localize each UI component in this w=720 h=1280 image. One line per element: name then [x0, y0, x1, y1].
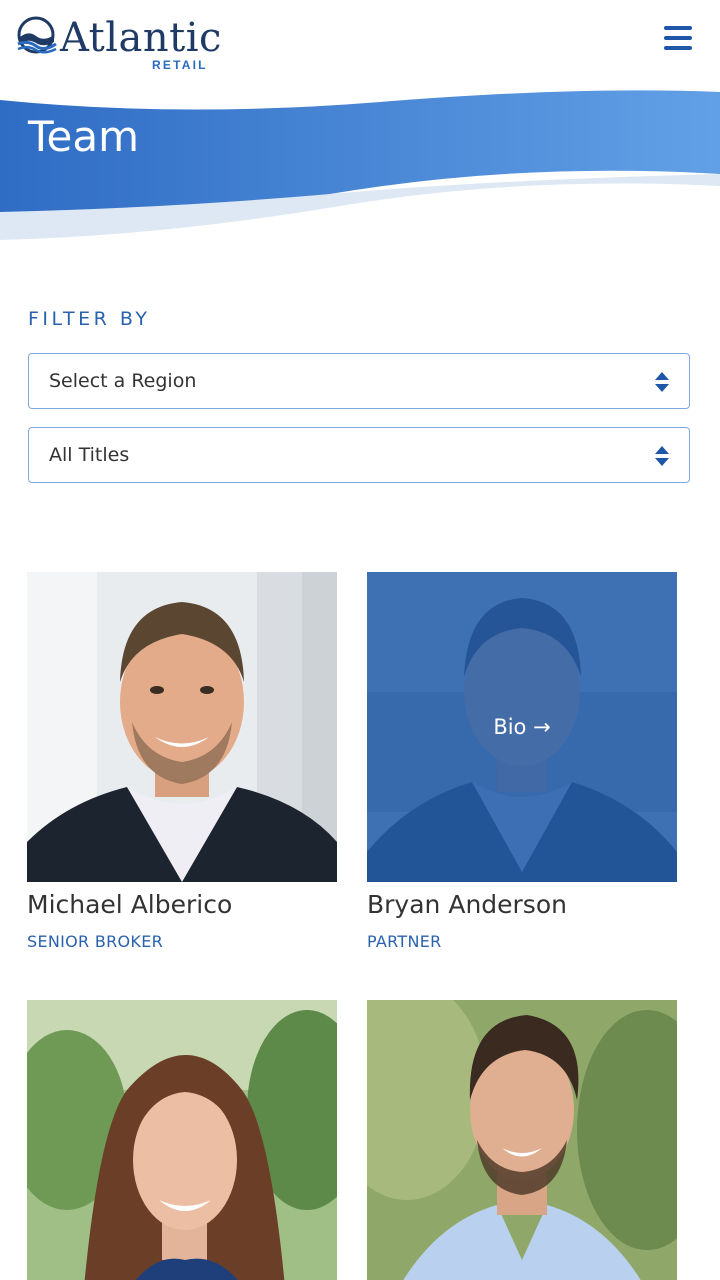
- team-member-photo[interactable]: [367, 1000, 677, 1280]
- team-member-photo[interactable]: Bio →: [367, 572, 677, 882]
- sort-arrows-icon: [655, 446, 669, 466]
- team-member-title: PARTNER: [367, 932, 442, 951]
- team-member-name[interactable]: Bryan Anderson: [367, 890, 567, 919]
- team-member-photo[interactable]: [27, 572, 337, 882]
- atlantic-retail-logo[interactable]: Atlantic RETAIL: [16, 14, 221, 74]
- hero-wave-background: [0, 90, 720, 240]
- wave-logo-icon: [17, 16, 57, 54]
- sort-arrows-icon: [655, 372, 669, 392]
- logo-wordmark: Atlantic: [60, 15, 222, 61]
- region-select[interactable]: Select a Region: [28, 353, 690, 409]
- filter-label: FILTER BY: [28, 308, 151, 330]
- logo-subtext: RETAIL: [152, 58, 208, 72]
- team-member-name[interactable]: Michael Alberico: [27, 890, 232, 919]
- team-member-photo[interactable]: [27, 1000, 337, 1280]
- region-select-value: Select a Region: [49, 370, 197, 392]
- team-member-title: SENIOR BROKER: [27, 932, 164, 951]
- title-select-value: All Titles: [49, 444, 130, 466]
- site-header: Atlantic RETAIL: [0, 0, 720, 90]
- title-select[interactable]: All Titles: [28, 427, 690, 483]
- page-title: Team: [28, 112, 140, 161]
- bio-link[interactable]: Bio →: [367, 572, 677, 882]
- hero-banner: Team: [0, 84, 720, 254]
- hamburger-menu-icon[interactable]: [660, 26, 696, 56]
